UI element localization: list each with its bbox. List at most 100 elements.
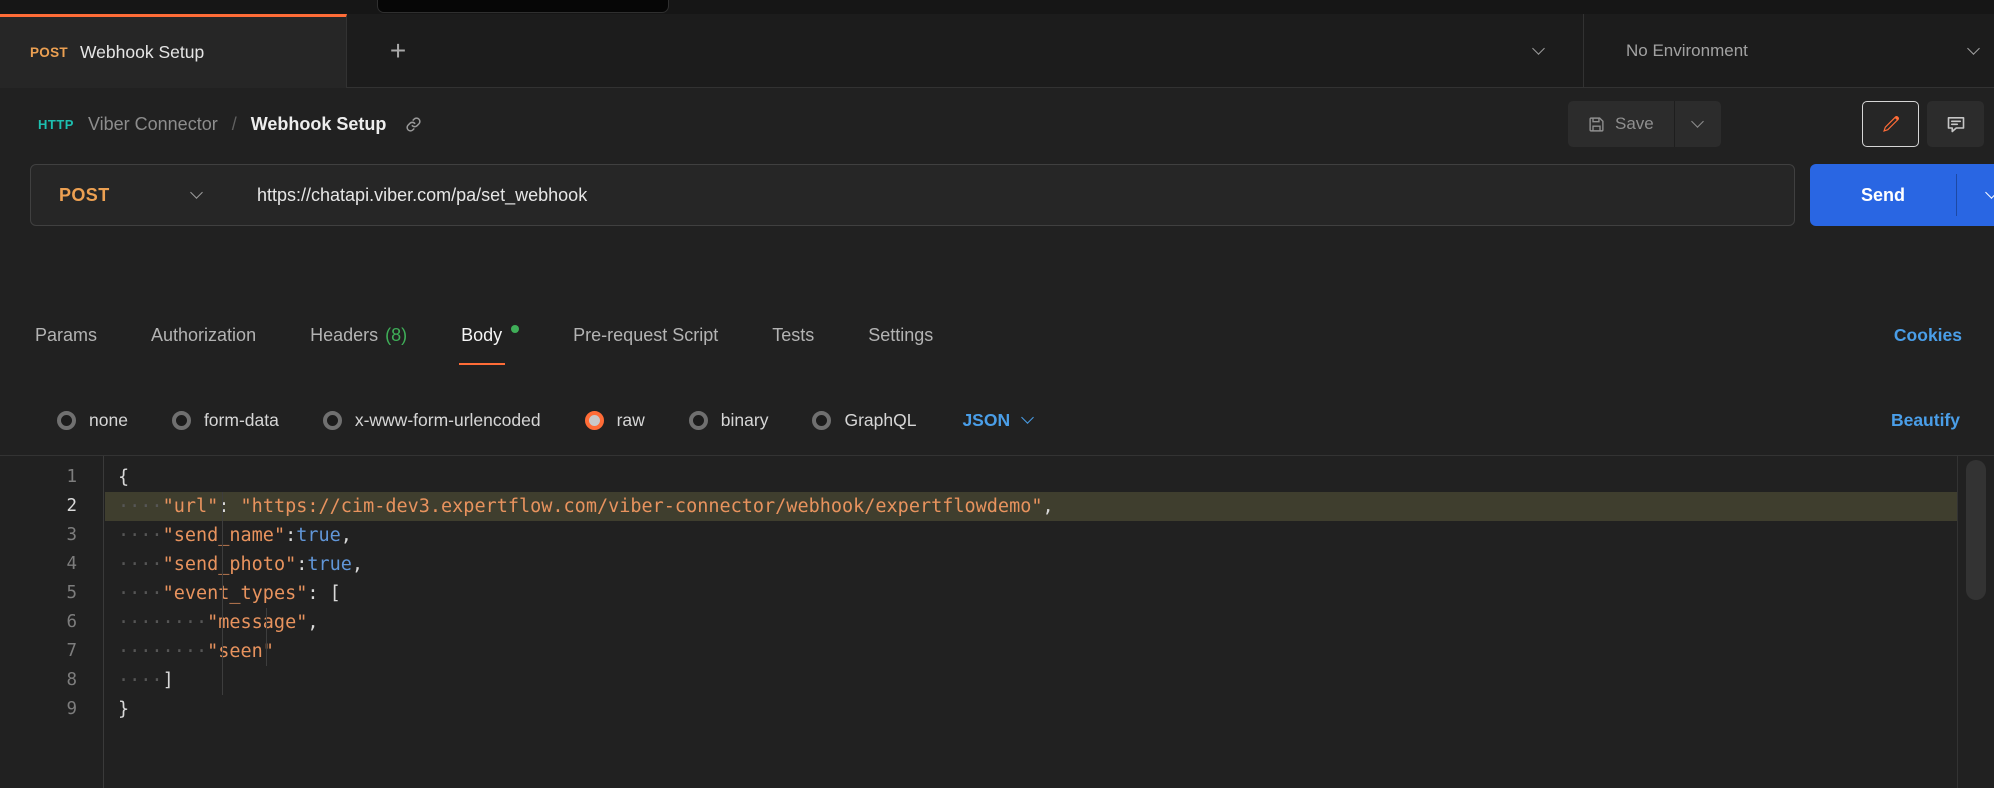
tab-pre-request-script[interactable]: Pre-request Script bbox=[573, 305, 718, 365]
tab-params[interactable]: Params bbox=[35, 305, 97, 365]
body-type-label: form-data bbox=[204, 410, 279, 431]
send-button[interactable]: Send bbox=[1810, 164, 1994, 226]
breadcrumb-collection[interactable]: Viber Connector bbox=[88, 114, 218, 135]
code-line-8[interactable]: ····] bbox=[105, 666, 1957, 695]
code-token: : bbox=[296, 554, 307, 575]
body-type-label: none bbox=[89, 410, 128, 431]
link-icon[interactable] bbox=[404, 115, 423, 134]
line-number: 1 bbox=[0, 463, 103, 492]
code-line-5[interactable]: ····"event_types": [ bbox=[105, 579, 1957, 608]
indent-guide bbox=[222, 492, 223, 695]
code-line-1[interactable]: { bbox=[105, 463, 1957, 492]
whitespace-dots: ···· bbox=[118, 583, 163, 604]
postman-window: { "topbar": { "new_tab": "+", "environme… bbox=[0, 0, 1994, 788]
global-search-bar[interactable] bbox=[377, 0, 669, 13]
line-number: 7 bbox=[0, 637, 103, 666]
code-line-7[interactable]: ········"seen" bbox=[105, 637, 1957, 666]
line-number: 5 bbox=[0, 579, 103, 608]
request-tab-bar: POST Webhook Setup + No Environment bbox=[0, 14, 1994, 88]
code-token: "https://cim-dev3.expertflow.com/viber-c… bbox=[241, 496, 1043, 517]
tab-label: Body bbox=[461, 325, 502, 346]
http-protocol-badge: HTTP bbox=[38, 117, 74, 132]
save-button[interactable]: Save bbox=[1568, 101, 1674, 147]
tab-label: Headers bbox=[310, 325, 378, 346]
line-number: 3 bbox=[0, 521, 103, 550]
code-line-4[interactable]: ····"send_photo":true, bbox=[105, 550, 1957, 579]
url-container: POST https://chatapi.viber.com/pa/set_we… bbox=[30, 164, 1795, 226]
cookies-link[interactable]: Cookies bbox=[1894, 305, 1962, 365]
breadcrumb: HTTP Viber Connector / Webhook Setup bbox=[38, 88, 423, 160]
code-token: ] bbox=[163, 670, 174, 691]
method-select[interactable]: POST bbox=[31, 165, 227, 225]
indent-guide bbox=[266, 608, 267, 666]
code-token: { bbox=[118, 467, 129, 488]
code-token: true bbox=[296, 525, 341, 546]
radio-icon bbox=[57, 411, 76, 430]
tab-title: Webhook Setup bbox=[80, 42, 204, 63]
headers-count-badge: (8) bbox=[385, 325, 407, 346]
code-token: : [ bbox=[307, 583, 340, 604]
request-tabs-row: Params Authorization Headers (8) Body Pre-req… bbox=[0, 305, 1994, 365]
send-options-button[interactable] bbox=[1957, 164, 1994, 226]
tab-method-badge: POST bbox=[30, 45, 68, 60]
radio-selected-icon bbox=[585, 411, 604, 430]
body-type-label: x-www-form-urlencoded bbox=[355, 410, 541, 431]
url-input[interactable]: https://chatapi.viber.com/pa/set_webhook bbox=[257, 185, 587, 206]
method-label: POST bbox=[59, 185, 110, 206]
comments-button[interactable] bbox=[1927, 101, 1984, 147]
code-token: "send_photo" bbox=[163, 554, 297, 575]
tab-body[interactable]: Body bbox=[461, 305, 519, 365]
editor-code[interactable]: { ····"url": "https://cim-dev3.expertflow… bbox=[105, 456, 1957, 788]
tab-headers[interactable]: Headers (8) bbox=[310, 305, 407, 365]
comment-icon bbox=[1946, 114, 1966, 134]
body-type-label: binary bbox=[721, 410, 769, 431]
scrollbar-thumb[interactable] bbox=[1966, 460, 1986, 600]
breadcrumb-separator: / bbox=[232, 114, 237, 135]
tab-webhook-setup[interactable]: POST Webhook Setup bbox=[0, 14, 347, 88]
save-icon bbox=[1588, 116, 1605, 133]
body-type-graphql[interactable]: GraphQL bbox=[812, 410, 916, 431]
body-type-label: raw bbox=[617, 410, 645, 431]
body-type-raw[interactable]: raw bbox=[585, 410, 645, 431]
request-header-row: HTTP Viber Connector / Webhook Setup Sav… bbox=[0, 88, 1994, 160]
save-options-button[interactable] bbox=[1675, 101, 1721, 147]
body-type-options: none form-data x-www-form-urlencoded raw bin… bbox=[57, 410, 916, 431]
edit-request-button[interactable] bbox=[1862, 101, 1919, 147]
code-line-3[interactable]: ····"send_name":true, bbox=[105, 521, 1957, 550]
code-token: } bbox=[118, 699, 129, 720]
body-editor[interactable]: 123456789 {····"url": "https://cim-dev3.… bbox=[0, 455, 1994, 788]
new-tab-button[interactable]: + bbox=[378, 31, 418, 71]
code-line-9[interactable]: } bbox=[105, 695, 1957, 724]
line-number: 2 bbox=[0, 492, 103, 521]
whitespace-dots: ···· bbox=[118, 525, 163, 546]
save-button-group: Save bbox=[1568, 101, 1721, 147]
environment-label: No Environment bbox=[1626, 41, 1748, 61]
body-type-none[interactable]: none bbox=[57, 410, 128, 431]
whitespace-dots: ···· bbox=[118, 496, 163, 517]
tab-label: Params bbox=[35, 325, 97, 346]
beautify-link[interactable]: Beautify bbox=[1891, 410, 1960, 431]
breadcrumb-request-name[interactable]: Webhook Setup bbox=[251, 114, 387, 135]
body-type-form-data[interactable]: form-data bbox=[172, 410, 279, 431]
code-token: "send_name" bbox=[163, 525, 286, 546]
tab-list-dropdown[interactable] bbox=[1516, 14, 1560, 87]
tab-label: Pre-request Script bbox=[573, 325, 718, 346]
code-line-2[interactable]: ····"url": "https://cim-dev3.expertflow.… bbox=[105, 492, 1957, 521]
tab-tests[interactable]: Tests bbox=[772, 305, 814, 365]
body-type-binary[interactable]: binary bbox=[689, 410, 769, 431]
format-label: JSON bbox=[962, 410, 1010, 431]
send-label: Send bbox=[1810, 164, 1956, 226]
chevron-down-icon bbox=[1985, 186, 1994, 199]
format-select[interactable]: JSON bbox=[962, 410, 1032, 431]
code-token: , bbox=[1042, 496, 1053, 517]
tab-settings[interactable]: Settings bbox=[868, 305, 933, 365]
code-token: "event_types" bbox=[163, 583, 308, 604]
body-type-x-www-form-urlencoded[interactable]: x-www-form-urlencoded bbox=[323, 410, 541, 431]
tab-label: Settings bbox=[868, 325, 933, 346]
tab-authorization[interactable]: Authorization bbox=[151, 305, 256, 365]
line-number: 4 bbox=[0, 550, 103, 579]
editor-scrollbar[interactable] bbox=[1957, 456, 1994, 788]
environment-selector[interactable]: No Environment bbox=[1584, 14, 1994, 87]
code-token: , bbox=[341, 525, 352, 546]
code-line-6[interactable]: ········"message", bbox=[105, 608, 1957, 637]
